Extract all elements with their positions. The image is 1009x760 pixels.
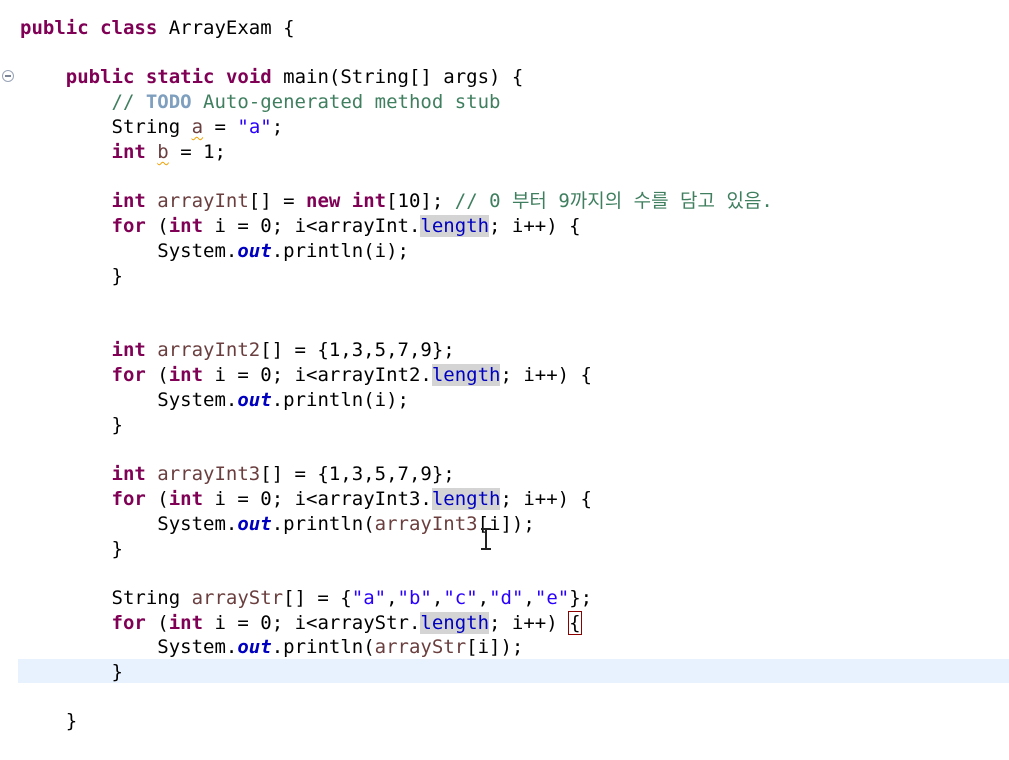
code-line-array4-for[interactable]: for (int i = 0; i<arrayStr.length; i++) …	[20, 611, 582, 635]
code-line-array2-print[interactable]: System.out.println(i);	[20, 388, 409, 412]
current-line-highlight	[18, 659, 1009, 683]
code-line-array1-close[interactable]: }	[20, 264, 123, 288]
code-line-array1-for[interactable]: for (int i = 0; i<arrayInt.length; i++) …	[20, 214, 581, 238]
code-line-array1-decl[interactable]: int arrayInt[] = new int[10]; // 0 부터 9까…	[20, 189, 773, 213]
code-line-array4-decl[interactable]: String arrayStr[] = {"a","b","c","d","e"…	[20, 586, 593, 610]
code-line-main-decl[interactable]: public static void main(String[] args) {	[20, 65, 524, 89]
warning-underline-a: a	[191, 116, 204, 138]
matching-bracket-highlight: {	[568, 611, 582, 635]
code-line-array1-print[interactable]: System.out.println(i);	[20, 239, 409, 263]
code-line-todo-comment[interactable]: // TODO Auto-generated method stub	[20, 90, 501, 114]
occurrence-highlight: length	[431, 488, 501, 510]
code-line-array2-for[interactable]: for (int i = 0; i<arrayInt2.length; i++)…	[20, 363, 592, 387]
code-line-array3-close[interactable]: }	[20, 537, 123, 561]
occurrence-highlight: length	[420, 215, 490, 237]
code-line-array4-print[interactable]: System.out.println(arrayStr[i]);	[20, 635, 523, 659]
occurrence-highlight: length	[420, 612, 490, 634]
code-line-decl-b[interactable]: int b = 1;	[20, 140, 226, 164]
code-line-main-close[interactable]: }	[20, 709, 77, 733]
code-line-array4-close[interactable]: }	[20, 660, 123, 684]
fold-collapse-icon[interactable]	[2, 70, 14, 82]
code-editor[interactable]: public class ArrayExam { public static v…	[0, 0, 1009, 760]
code-line-array3-for[interactable]: for (int i = 0; i<arrayInt3.length; i++)…	[20, 487, 592, 511]
editor-gutter	[0, 0, 16, 760]
occurrence-highlight: length	[431, 364, 501, 386]
code-line-class-decl[interactable]: public class ArrayExam {	[20, 16, 295, 40]
code-line-array3-decl[interactable]: int arrayInt3[] = {1,3,5,7,9};	[20, 462, 455, 486]
text-cursor-ibeam-icon	[481, 527, 491, 551]
code-line-array3-print[interactable]: System.out.println(arrayInt3[i]);	[20, 512, 535, 536]
warning-underline-b: b	[157, 141, 169, 163]
code-line-array2-close[interactable]: }	[20, 413, 123, 437]
code-line-array2-decl[interactable]: int arrayInt2[] = {1,3,5,7,9};	[20, 338, 455, 362]
code-line-decl-a[interactable]: String a = "a";	[20, 115, 284, 139]
